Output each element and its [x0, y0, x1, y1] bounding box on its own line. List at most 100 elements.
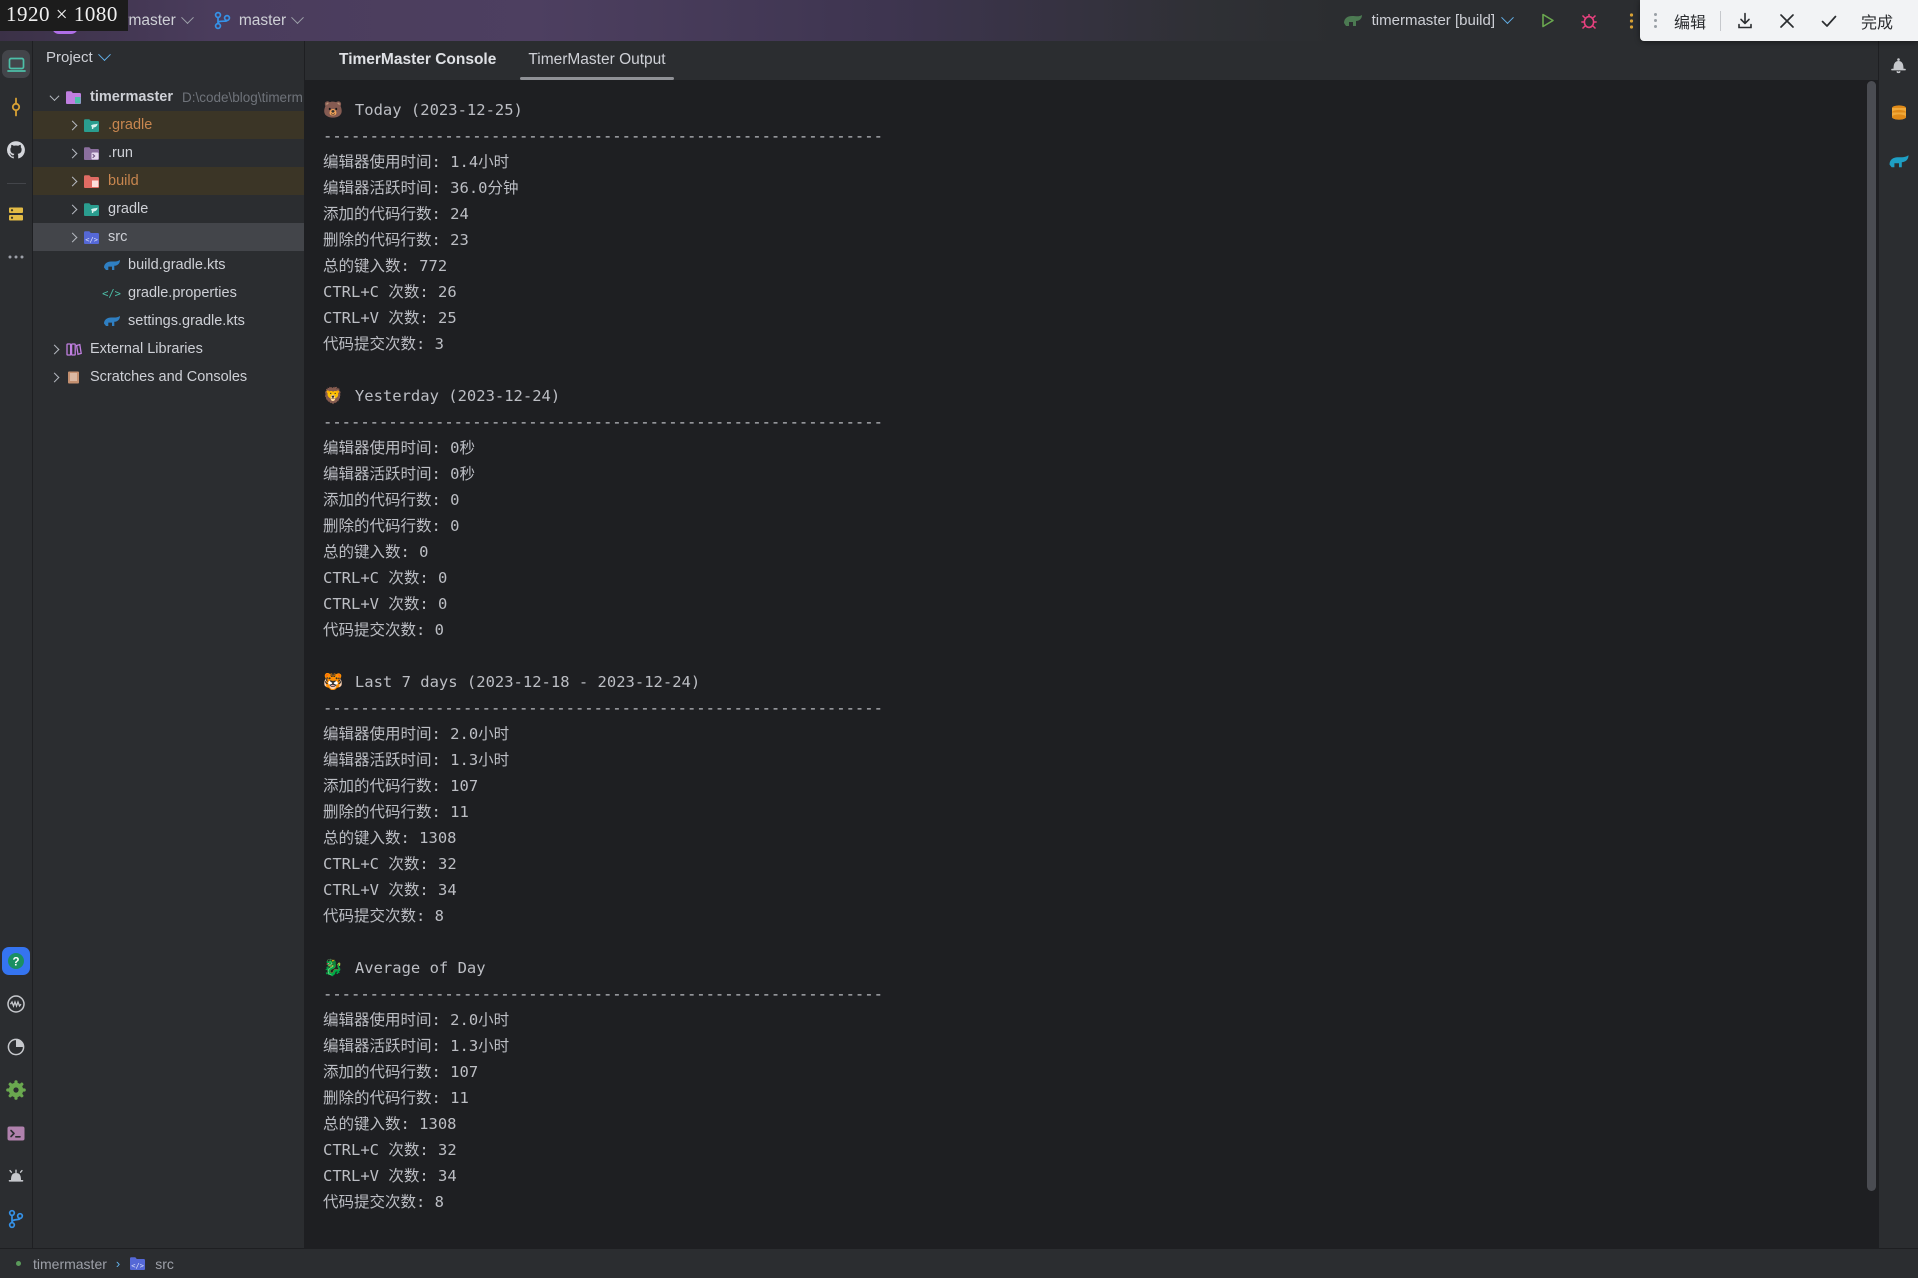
expand-arrow-icon[interactable]	[65, 232, 79, 242]
notifications-button[interactable]	[1885, 51, 1913, 79]
tree-node-timermaster[interactable]: timermaster D:\code\blog\timerm	[33, 83, 304, 111]
tool-window-tabs: TimerMaster Console TimerMaster Output	[305, 41, 1878, 81]
tree-node-label: gradle	[108, 201, 149, 217]
stat-row: 编辑器使用时间: 1.4小时	[323, 153, 510, 171]
sidebar-item-commit[interactable]	[2, 93, 30, 121]
stat-row: CTRL+C 次数: 0	[323, 569, 448, 587]
sidebar-item-help[interactable]: ?	[2, 947, 30, 975]
chevron-down-icon[interactable]	[97, 47, 111, 61]
stat-row: 编辑器使用时间: 2.0小时	[323, 725, 510, 743]
module-folder-icon	[64, 90, 83, 105]
section-divider: ----------------------------------------…	[323, 985, 883, 1003]
run-button[interactable]	[1526, 4, 1568, 38]
bear-face-emoji: 🐻	[323, 100, 343, 119]
ide-window: IJ T timermaster master	[0, 0, 1918, 1278]
expand-arrow-icon[interactable]	[65, 204, 79, 214]
branch-name: master	[238, 11, 287, 29]
chevron-down-icon	[291, 11, 305, 25]
breadcrumb-item-src[interactable]: src	[155, 1256, 174, 1272]
red-folder-icon	[82, 174, 101, 189]
section-title: Yesterday (2023-12-24)	[354, 387, 561, 405]
expand-arrow-icon[interactable]	[65, 120, 79, 130]
sidebar-item-version-control[interactable]	[2, 1205, 30, 1233]
stat-row: CTRL+V 次数: 34	[323, 881, 457, 899]
sidebar-item-problems[interactable]	[2, 1162, 30, 1190]
sidebar-item-github[interactable]	[2, 136, 30, 164]
tree-node-label: src	[108, 229, 128, 245]
stat-row: 编辑器使用时间: 2.0小时	[323, 1011, 510, 1029]
project-panel-title: Project	[46, 48, 93, 66]
stat-row: 代码提交次数: 8	[323, 907, 444, 925]
tree-node-label: settings.gradle.kts	[128, 313, 245, 329]
chevron-down-icon	[1501, 11, 1514, 25]
sidebar-item-statistics[interactable]	[2, 1033, 30, 1061]
tree-node-path: D:\code\blog\timerm	[182, 89, 303, 105]
status-indicator-dot	[16, 1261, 21, 1266]
rail-divider	[6, 183, 26, 184]
tree-node-dot-gradle[interactable]: .gradle	[33, 111, 304, 139]
scrollbar-thumb[interactable]	[1867, 81, 1876, 1191]
section-header-yesterday: 🦁 Yesterday (2023-12-24)	[323, 383, 1864, 409]
tree-node-build[interactable]: build	[33, 167, 304, 195]
sidebar-item-profiler[interactable]	[2, 990, 30, 1018]
project-panel-header[interactable]: Project	[33, 41, 304, 73]
stat-row: 删除的代码行数: 11	[323, 1089, 469, 1107]
run-configuration-selector[interactable]: timermaster [build]	[1337, 9, 1518, 32]
tree-node-dot-run[interactable]: .run	[33, 139, 304, 167]
section-title: Today (2023-12-25)	[354, 101, 523, 119]
chevron-down-icon	[180, 11, 194, 25]
drag-handle-icon[interactable]	[1652, 13, 1663, 28]
expand-arrow-icon[interactable]	[47, 90, 61, 101]
teal-folder-icon	[82, 202, 101, 217]
tree-node-gradle[interactable]: gradle	[33, 195, 304, 223]
sidebar-item-more[interactable]	[2, 243, 30, 271]
tree-node-label: timermaster	[90, 89, 174, 105]
purple-folder-icon	[82, 146, 101, 161]
screenshot-save-button[interactable]	[1724, 0, 1766, 41]
svg-text:?: ?	[12, 957, 19, 969]
stat-row: 删除的代码行数: 23	[323, 231, 469, 249]
sidebar-item-project[interactable]	[2, 50, 30, 78]
screenshot-confirm-button[interactable]	[1808, 0, 1850, 41]
sidebar-item-database[interactable]	[2, 200, 30, 228]
console-scrollbar[interactable]	[1864, 81, 1878, 1248]
stat-row: 总的键入数: 772	[323, 257, 448, 275]
expand-arrow-icon[interactable]	[47, 344, 61, 354]
screenshot-done-button[interactable]: 完成	[1850, 0, 1904, 41]
expand-arrow-icon[interactable]	[47, 372, 61, 382]
tab-timermaster-output[interactable]: TimerMaster Output	[512, 40, 681, 80]
tree-node-external-libraries[interactable]: External Libraries	[33, 335, 304, 363]
breadcrumb-separator: ›	[115, 1256, 121, 1271]
sidebar-item-terminal[interactable]	[2, 1119, 30, 1147]
console-output[interactable]: 🐻 Today (2023-12-25) -------------------…	[305, 81, 1864, 1248]
section-header-average-of-day: 🐉 Average of Day	[323, 955, 1864, 981]
tree-node-build-gradle-kts[interactable]: build.gradle.kts	[33, 251, 304, 279]
screenshot-close-button[interactable]	[1766, 0, 1808, 41]
lion-face-emoji: 🦁	[323, 386, 343, 405]
git-branch-icon	[214, 11, 232, 30]
database-button[interactable]	[1885, 99, 1913, 127]
tree-node-src[interactable]: </> src	[33, 223, 304, 251]
tree-node-settings-gradle-kts[interactable]: settings.gradle.kts	[33, 307, 304, 335]
tree-node-scratches-and-consoles[interactable]: Scratches and Consoles	[33, 363, 304, 391]
tree-node-label: External Libraries	[90, 341, 203, 357]
tree-node-label: .run	[108, 145, 133, 161]
breadcrumb-item-project[interactable]: timermaster	[33, 1256, 107, 1272]
screenshot-edit-button[interactable]: 编辑	[1663, 0, 1717, 41]
tab-timermaster-console[interactable]: TimerMaster Console	[323, 40, 512, 80]
section-title: Average of Day	[354, 959, 486, 977]
branch-selector[interactable]: master	[214, 11, 305, 30]
stat-row: 删除的代码行数: 11	[323, 803, 469, 821]
expand-arrow-icon[interactable]	[65, 176, 79, 186]
stat-row: 添加的代码行数: 24	[323, 205, 469, 223]
sidebar-item-settings[interactable]	[2, 1076, 30, 1104]
gradle-button[interactable]	[1885, 147, 1913, 175]
tree-node-label: .gradle	[108, 117, 153, 133]
tree-node-gradle-properties[interactable]: </> gradle.properties	[33, 279, 304, 307]
section-header-last-7-days: 🐯 Last 7 days (2023-12-18 - 2023-12-24)	[323, 669, 1864, 695]
dragon-emoji: 🐉	[323, 958, 343, 977]
debug-button[interactable]	[1568, 4, 1610, 38]
expand-arrow-icon[interactable]	[65, 148, 79, 158]
